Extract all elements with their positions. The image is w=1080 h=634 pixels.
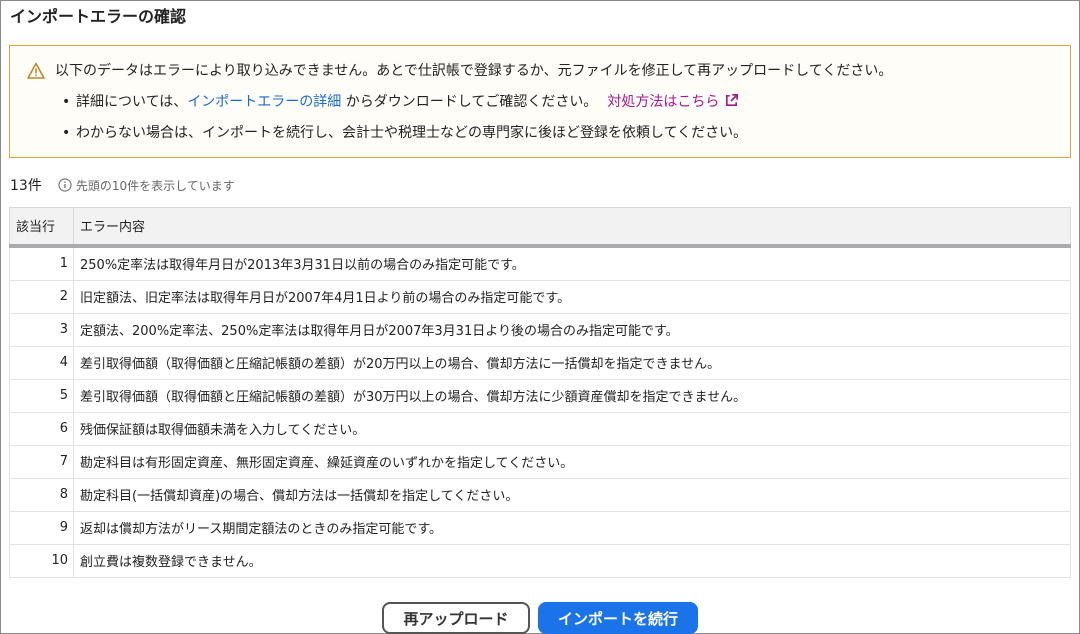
error-count: 13件 [10, 178, 42, 194]
error-message: 定額法、200%定率法、250%定率法は取得年月日が2007年3月31日より後の… [73, 313, 1071, 347]
table-row: 9 返却は償却方法がリース期間定額法のときのみ指定可能です。 [9, 511, 1071, 545]
table-row: 1 250%定率法は取得年月日が2013年3月31日以前の場合のみ指定可能です。 [9, 245, 1071, 281]
column-header-row-number: 該当行 [9, 207, 74, 248]
alert-bullets: • 詳細については、インポートエラーの詳細 からダウンロードしてご確認ください。対… [62, 92, 747, 154]
error-message: 返却は償却方法がリース期間定額法のときのみ指定可能です。 [73, 511, 1071, 545]
row-number: 9 [9, 511, 74, 545]
continue-import-button[interactable]: インポートを続行 [538, 602, 698, 634]
error-table: 該当行 エラー内容 1 250%定率法は取得年月日が2013年3月31日以前の場合… [9, 207, 1071, 578]
alert-main-message: 以下のデータはエラーにより取り込みできません。あとで仕訳帳で登録するか、元ファイ… [55, 63, 893, 79]
row-number: 6 [9, 412, 74, 446]
error-message: 勘定科目(一括償却資産)の場合、償却方法は一括償却を指定してください。 [73, 478, 1071, 512]
table-row: 4 差引取得価額（取得価額と圧縮記帳額の差額）が20万円以上の場合、償却方法に一括… [9, 346, 1071, 380]
error-message: 創立費は複数登録できません。 [73, 544, 1071, 578]
import-error-details-link[interactable]: インポートエラーの詳細 [187, 94, 341, 110]
page-title: インポートエラーの確認 [10, 7, 187, 26]
warning-icon [27, 62, 45, 79]
row-number: 7 [9, 445, 74, 479]
table-row: 3 定額法、200%定率法、250%定率法は取得年月日が2007年3月31日より後… [9, 313, 1071, 347]
table-row: 5 差引取得価額（取得価額と圧縮記帳額の差額）が30万円以上の場合、償却方法に少額… [9, 379, 1071, 413]
table-row: 8 勘定科目(一括償却資産)の場合、償却方法は一括償却を指定してください。 [9, 478, 1071, 512]
bullet1-suffix: からダウンロードしてご確認ください。 [341, 94, 598, 110]
column-header-error-content: エラー内容 [73, 207, 1071, 248]
error-message: 差引取得価額（取得価額と圧縮記帳額の差額）が20万円以上の場合、償却方法に一括償… [73, 346, 1071, 380]
row-number: 4 [9, 346, 74, 380]
result-summary: 13件 先頭の10件を表示しています [10, 175, 235, 195]
help-link-label: 対処方法はこちら [607, 94, 720, 110]
display-note: 先頭の10件を表示しています [75, 179, 235, 193]
error-message: 旧定額法、旧定率法は取得年月日が2007年4月1日より前の場合のみ指定可能です。 [73, 280, 1071, 314]
help-link[interactable]: 対処方法はこちら [607, 94, 739, 110]
row-number: 1 [9, 245, 74, 281]
table-row: 2 旧定額法、旧定率法は取得年月日が2007年4月1日より前の場合のみ指定可能です… [9, 280, 1071, 314]
error-message: 勘定科目は有形固定資産、無形固定資産、繰延資産のいずれかを指定してください。 [73, 445, 1071, 479]
table-row: 6 残価保証額は取得価額未満を入力してください。 [9, 412, 1071, 446]
alert-bullet-details: • 詳細については、インポートエラーの詳細 からダウンロードしてご確認ください。対… [62, 92, 747, 123]
reupload-button[interactable]: 再アップロード [382, 602, 530, 634]
error-message: 差引取得価額（取得価額と圧縮記帳額の差額）が30万円以上の場合、償却方法に少額資… [73, 379, 1071, 413]
error-message: 残価保証額は取得価額未満を入力してください。 [73, 412, 1071, 446]
external-link-icon [726, 94, 739, 107]
import-error-dialog: インポートエラーの確認 以下のデータはエラーにより取り込みできません。あとで仕訳… [0, 0, 1080, 634]
bullet1-prefix: 詳細については、 [76, 94, 188, 110]
table-row: 7 勘定科目は有形固定資産、無形固定資産、繰延資産のいずれかを指定してください。 [9, 445, 1071, 479]
info-icon [58, 178, 72, 192]
error-message: 250%定率法は取得年月日が2013年3月31日以前の場合のみ指定可能です。 [73, 245, 1071, 281]
bullet2-text: わからない場合は、インポートを続行し、会計士や税理士などの専門家に後ほど登録を依… [76, 125, 748, 141]
alert-bullet-consult: • わからない場合は、インポートを続行し、会計士や税理士などの専門家に後ほど登録を… [62, 125, 748, 141]
row-number: 10 [9, 544, 74, 578]
row-number: 5 [9, 379, 74, 413]
table-header-row: 該当行 エラー内容 [9, 207, 1071, 248]
row-number: 3 [9, 313, 74, 347]
row-number: 8 [9, 478, 74, 512]
warning-alert: 以下のデータはエラーにより取り込みできません。あとで仕訳帳で登録するか、元ファイ… [9, 45, 1071, 158]
row-number: 2 [9, 280, 74, 314]
table-row: 10 創立費は複数登録できません。 [9, 544, 1071, 578]
